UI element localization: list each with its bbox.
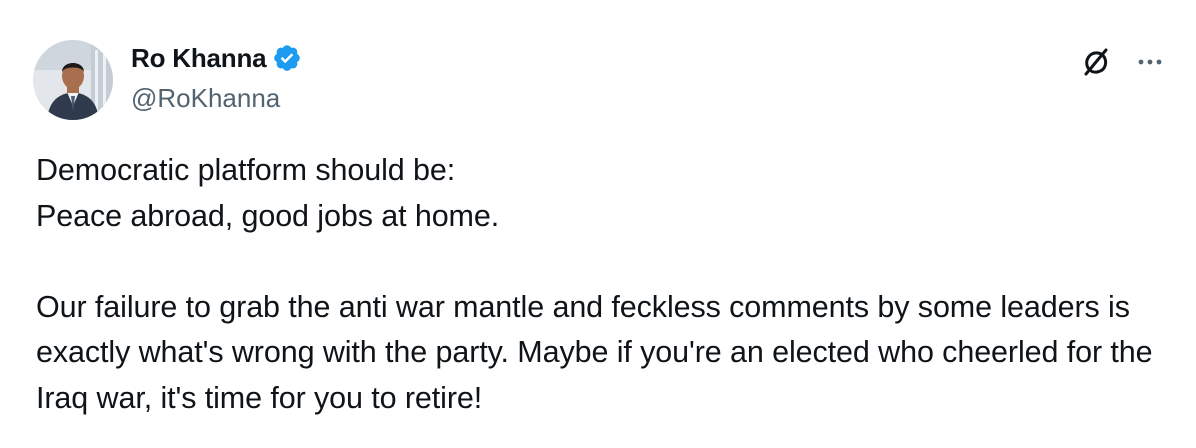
tweet-line: Democratic platform should be: bbox=[36, 153, 456, 187]
tweet-text: Democratic platform should be: Peace abr… bbox=[36, 148, 1166, 421]
handle[interactable]: @RoKhanna bbox=[131, 80, 302, 116]
author-block: Ro Khanna @RoKhanna bbox=[131, 40, 302, 116]
avatar-photo bbox=[33, 40, 113, 120]
verified-badge-icon[interactable] bbox=[272, 43, 302, 73]
tweet-line: Peace abroad, good jobs at home. bbox=[36, 198, 500, 233]
name-row: Ro Khanna bbox=[131, 40, 302, 76]
tweet-card: Ro Khanna @RoKhanna Democratic platform … bbox=[0, 0, 1196, 448]
display-name[interactable]: Ro Khanna bbox=[131, 40, 267, 76]
avatar[interactable] bbox=[33, 40, 113, 120]
top-actions bbox=[1078, 44, 1166, 80]
tweet-paragraph: Our failure to grab the anti war mantle … bbox=[36, 289, 1153, 415]
more-options-icon[interactable] bbox=[1134, 46, 1166, 78]
grok-icon[interactable] bbox=[1078, 44, 1114, 80]
